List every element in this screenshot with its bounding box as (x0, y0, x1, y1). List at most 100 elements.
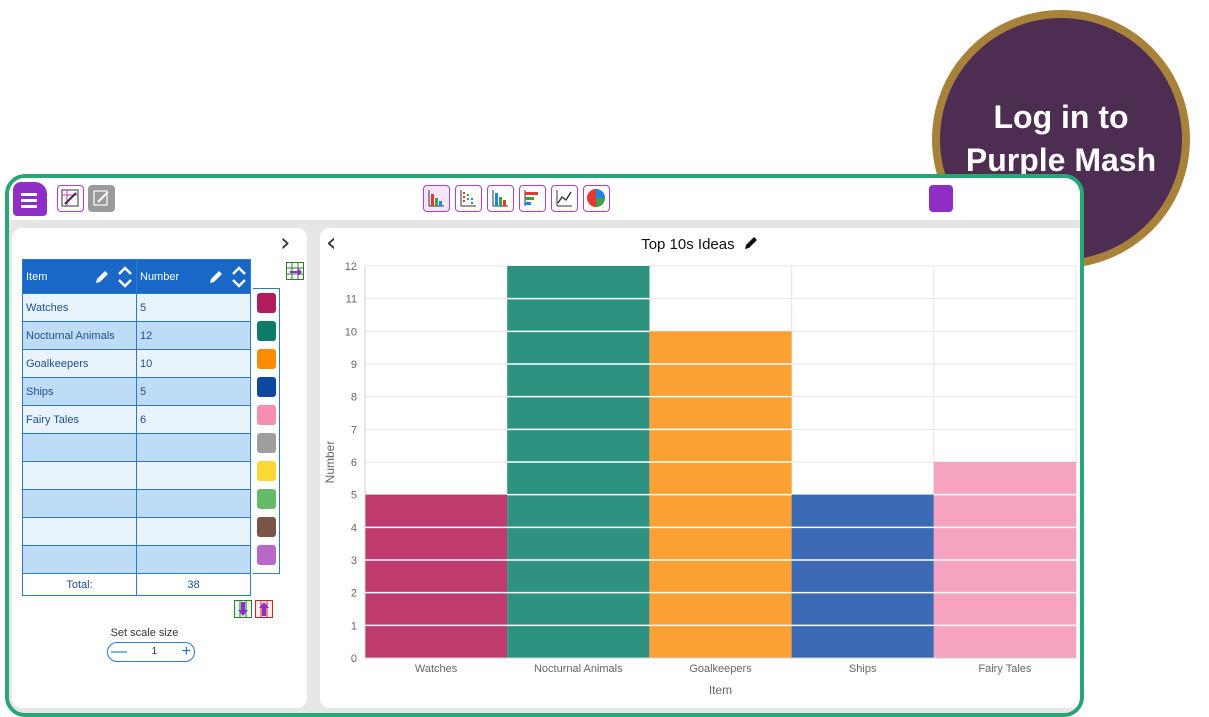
horizontal-bar-icon (524, 190, 538, 206)
sort-chevrons-icon[interactable] (231, 265, 247, 288)
x-tick-label: Nocturnal Animals (534, 663, 623, 675)
bar (365, 494, 508, 658)
cell-item[interactable]: Goalkeepers (22, 349, 137, 378)
column-header-item: Item (22, 259, 137, 294)
hamburger-icon (21, 193, 37, 196)
decrease-scale-button[interactable]: — (111, 644, 127, 660)
cell-item[interactable]: Ships (22, 377, 137, 406)
hamburger-icon-bar (21, 205, 37, 208)
pencil-icon[interactable] (207, 268, 225, 286)
table-row: Goalkeepers 10 (22, 349, 251, 378)
chart-title[interactable]: Top 10s Ideas (641, 236, 734, 253)
x-axis-label: Item (709, 683, 732, 697)
color-swatch[interactable] (257, 405, 276, 425)
bar-chart-icon (492, 190, 508, 207)
bar-stacked-icon (428, 190, 444, 207)
y-tick-label: 12 (345, 261, 357, 273)
line-chart-icon (556, 190, 572, 207)
color-swatch[interactable] (257, 377, 276, 397)
color-swatch[interactable] (257, 517, 276, 537)
cell-number[interactable]: 5 (136, 377, 251, 406)
color-swatch[interactable] (257, 489, 276, 509)
edit-mode-button[interactable] (88, 185, 115, 212)
cell-number[interactable]: 6 (136, 405, 251, 434)
column-header-item-label: Item (26, 270, 48, 283)
scale-size-stepper[interactable]: — 1 + (107, 642, 195, 662)
y-tick-label: 0 (351, 653, 357, 665)
y-tick-label: 7 (351, 424, 357, 436)
chart-type-button-1[interactable] (423, 185, 450, 212)
table-row: Watches 5 (22, 293, 251, 322)
chart-title-wrap: Top 10s Ideas (320, 235, 1080, 253)
y-tick-label: 4 (351, 522, 357, 534)
table-row (22, 433, 251, 462)
edit-title-pencil-icon[interactable] (743, 235, 759, 251)
color-swatch[interactable] (257, 321, 276, 341)
total-value: 38 (136, 573, 251, 596)
x-tick-label: Watches (415, 663, 458, 675)
y-tick-label: 8 (351, 392, 357, 404)
y-tick-label: 3 (351, 555, 357, 567)
table-row (22, 545, 251, 574)
table-row (22, 517, 251, 546)
y-tick-label: 5 (351, 490, 357, 502)
table-row (22, 461, 251, 490)
cell-item[interactable] (22, 489, 137, 518)
cell-number[interactable]: 10 (136, 349, 251, 378)
scale-size-label: Set scale size (110, 627, 179, 639)
chart-type-button-6[interactable] (583, 185, 610, 212)
collapse-panel-chevron-icon[interactable]: › (280, 230, 290, 256)
y-axis-label: Number (323, 441, 337, 484)
cell-item[interactable]: Nocturnal Animals (22, 321, 137, 350)
color-swatch[interactable] (257, 461, 276, 481)
add-row-icon[interactable] (234, 600, 252, 618)
add-column-icon[interactable] (286, 262, 304, 280)
cell-item[interactable] (22, 545, 137, 574)
cell-item[interactable]: Watches (22, 293, 137, 322)
color-swatch[interactable] (257, 545, 276, 565)
pencil-icon[interactable] (93, 268, 111, 286)
y-tick-label: 1 (351, 620, 357, 632)
remove-row-icon[interactable] (255, 600, 273, 618)
cell-item[interactable] (22, 433, 137, 462)
cell-item[interactable] (22, 517, 137, 546)
table-mode-button[interactable] (57, 185, 84, 212)
y-tick-label: 6 (351, 457, 357, 469)
color-swatch[interactable] (257, 349, 276, 369)
column-header-number-label: Number (140, 270, 180, 283)
increase-scale-button[interactable]: + (182, 644, 191, 660)
color-swatch[interactable] (257, 293, 276, 313)
total-label: Total: (22, 573, 137, 596)
y-tick-label: 10 (345, 326, 357, 338)
pictogram-icon (460, 190, 476, 207)
cell-number[interactable] (136, 433, 251, 462)
color-swatch-column (253, 288, 280, 574)
top-toolbar (9, 178, 1080, 220)
cell-item[interactable]: Fairy Tales (22, 405, 137, 434)
export-button[interactable] (929, 185, 953, 212)
chart-type-button-2[interactable] (455, 185, 482, 212)
cell-number[interactable] (136, 489, 251, 518)
pencil-note-icon (93, 190, 109, 206)
chart-panel: ‹ Top 10s Ideas 0 1 2 3 4 5 6 7 8 9 10 11 12 Watches N… (320, 228, 1080, 708)
data-table-panel: › Item Number Watches 5 Nocturnal Animal… (12, 228, 307, 708)
sort-chevrons-icon[interactable] (117, 265, 133, 288)
cell-number[interactable] (136, 545, 251, 574)
chart-type-button-5[interactable] (551, 185, 578, 212)
cell-item[interactable] (22, 461, 137, 490)
x-tick-label: Fairy Tales (978, 663, 1031, 675)
chart-type-button-3[interactable] (487, 185, 514, 212)
cell-number[interactable] (136, 461, 251, 490)
column-header-number: Number (136, 259, 251, 294)
table-row (22, 489, 251, 518)
cell-number[interactable]: 12 (136, 321, 251, 350)
menu-button[interactable] (13, 182, 47, 216)
cell-number[interactable] (136, 517, 251, 546)
bar (791, 494, 934, 658)
scale-size-value[interactable]: 1 (152, 647, 158, 657)
color-swatch[interactable] (257, 433, 276, 453)
cell-number[interactable]: 5 (136, 293, 251, 322)
table-row: Fairy Tales 6 (22, 405, 251, 434)
x-tick-label: Goalkeepers (689, 663, 752, 675)
chart-type-button-4[interactable] (519, 185, 546, 212)
